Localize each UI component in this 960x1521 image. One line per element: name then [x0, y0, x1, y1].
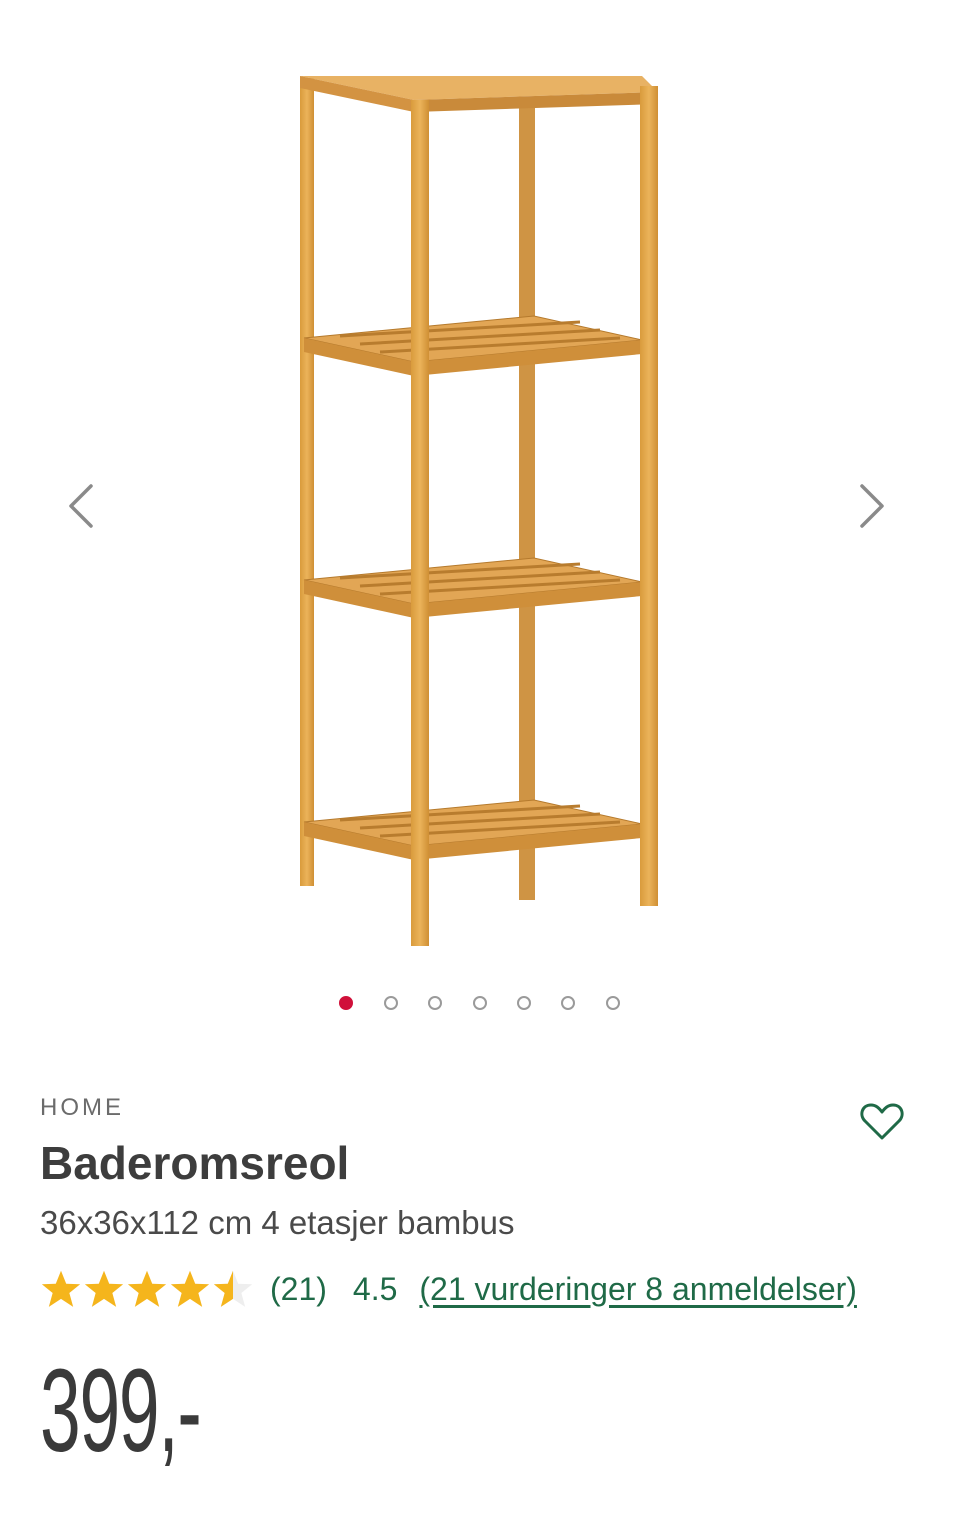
star-full-icon: [41, 1270, 81, 1307]
product-title: Baderomsreol: [40, 1137, 350, 1189]
star-full-icon: [127, 1270, 167, 1307]
gallery-pagination: [0, 994, 960, 1012]
chevron-left-icon: [69, 484, 93, 528]
gallery-dot-7[interactable]: [606, 996, 620, 1010]
heart-outline-icon: [860, 1103, 904, 1140]
gallery-dot-6[interactable]: [561, 996, 575, 1010]
product-price: 399,-: [40, 1345, 202, 1477]
star-full-icon: [84, 1270, 124, 1307]
favorite-button[interactable]: [857, 1098, 907, 1144]
gallery-dot-4[interactable]: [473, 996, 487, 1010]
gallery-prev-button[interactable]: [50, 476, 110, 536]
product-subtitle: 36x36x112 cm 4 etasjer bambus: [40, 1204, 515, 1241]
gallery-next-button[interactable]: [843, 476, 903, 536]
star-rating: [40, 1269, 256, 1309]
rating-row: (21) 4.5 (21 vurderinger 8 anmeldelser): [40, 1266, 920, 1312]
star-half-icon: [213, 1270, 253, 1307]
gallery-dot-3[interactable]: [428, 996, 442, 1010]
product-image-gallery: [0, 0, 960, 1040]
gallery-dot-2[interactable]: [384, 996, 398, 1010]
rating-count: (21): [270, 1270, 327, 1307]
product-image: [300, 76, 658, 946]
rating-value: 4.5: [352, 1270, 398, 1307]
reviews-link[interactable]: (21 vurderinger 8 anmeldelser): [419, 1271, 857, 1308]
star-full-icon: [170, 1270, 210, 1307]
gallery-dot-5[interactable]: [517, 996, 531, 1010]
chevron-right-icon: [860, 484, 884, 528]
gallery-dot-1[interactable]: [339, 996, 353, 1010]
brand-label: HOME: [40, 1094, 124, 1121]
